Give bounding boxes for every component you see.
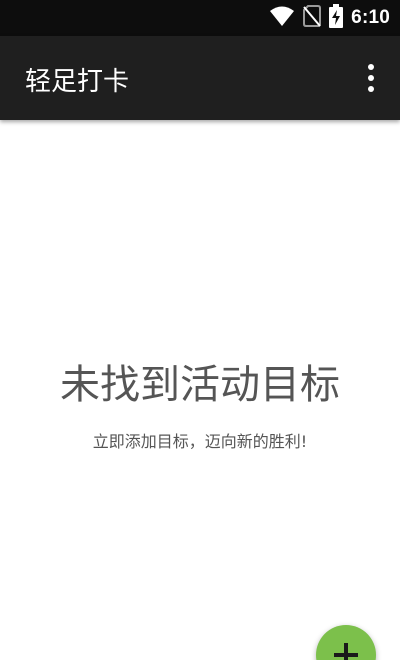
app-bar: 轻足打卡	[0, 36, 400, 120]
add-goal-button[interactable]	[316, 625, 376, 660]
app-screen: 6:10 轻足打卡 未找到活动目标 立即添加目标，迈向新的胜利!	[0, 0, 400, 660]
app-title: 轻足打卡	[25, 67, 130, 97]
battery-charging-icon	[329, 4, 344, 32]
menu-dot	[368, 75, 374, 81]
status-icons: 6:10	[269, 0, 390, 36]
status-bar: 6:10	[0, 0, 400, 36]
more-vert-icon[interactable]	[360, 64, 382, 92]
empty-state-subtitle: 立即添加目标，迈向新的胜利!	[92, 432, 308, 451]
status-time: 6:10	[351, 7, 390, 28]
empty-state-title: 未找到活动目标	[60, 362, 340, 408]
menu-dot	[368, 64, 374, 70]
menu-dot	[368, 86, 374, 92]
no-sim-icon	[303, 5, 322, 31]
plus-icon	[334, 643, 358, 660]
wifi-icon	[269, 5, 295, 31]
